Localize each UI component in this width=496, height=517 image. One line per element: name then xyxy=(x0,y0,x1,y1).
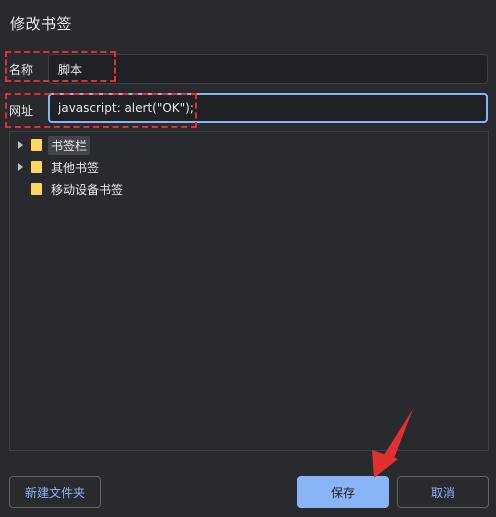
name-label: 名称 xyxy=(9,63,34,77)
save-button[interactable]: 保存 xyxy=(297,476,389,508)
tree-item-label: 移动设备书签 xyxy=(51,182,124,197)
tree-item-label: 其他书签 xyxy=(51,160,100,175)
url-label: 网址 xyxy=(9,104,34,118)
folder-icon xyxy=(31,183,42,195)
cancel-button[interactable]: 取消 xyxy=(397,476,489,508)
tree-item-other-bookmarks[interactable]: 其他书签 xyxy=(10,157,488,177)
dialog-title: 修改书签 xyxy=(10,15,73,33)
tree-item-mobile-bookmarks[interactable]: 移动设备书签 xyxy=(10,179,488,199)
name-input[interactable] xyxy=(48,54,488,84)
folder-icon xyxy=(31,139,42,151)
tree-item-label: 书签栏 xyxy=(48,135,91,155)
folder-tree[interactable]: 书签栏 其他书签 移动设备书签 xyxy=(9,131,489,451)
new-folder-button[interactable]: 新建文件夹 xyxy=(9,476,101,508)
url-input[interactable] xyxy=(48,93,488,123)
tree-item-bookmarks-bar[interactable]: 书签栏 xyxy=(10,135,488,155)
chevron-right-icon[interactable] xyxy=(18,141,23,149)
chevron-right-icon[interactable] xyxy=(18,163,23,171)
edit-bookmark-dialog: 修改书签 名称 网址 书签栏 其他书签 移动设备书签 新建文件夹 保存 取消 xyxy=(0,0,496,517)
folder-icon xyxy=(31,161,42,173)
